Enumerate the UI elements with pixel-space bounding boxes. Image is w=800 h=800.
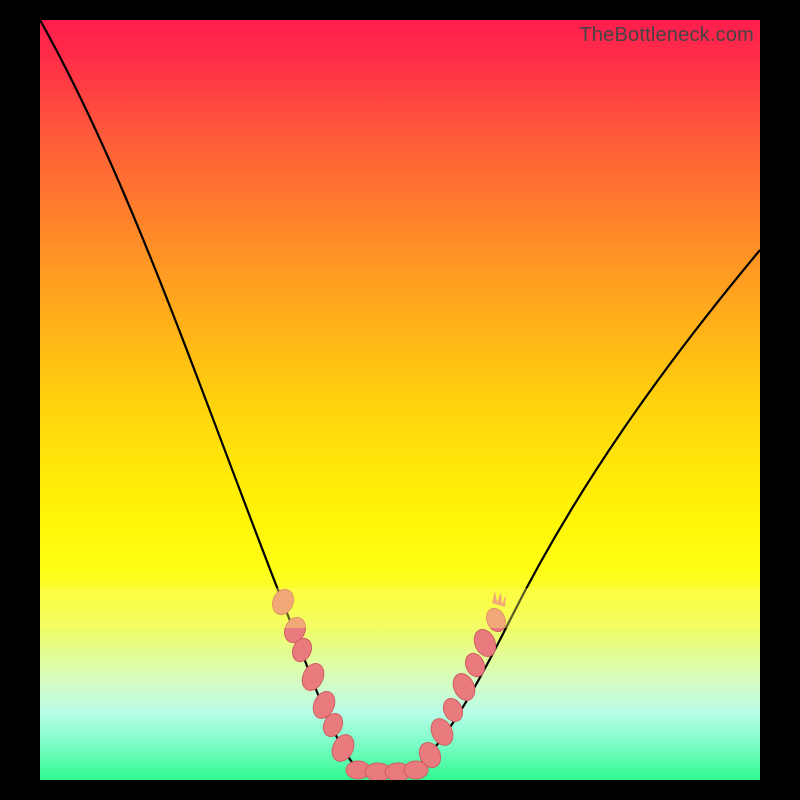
bottleneck-curve-svg bbox=[40, 20, 760, 780]
bottleneck-curve-path bbox=[40, 20, 760, 772]
marker-group-right bbox=[415, 591, 508, 771]
watermark-text: TheBottleneck.com bbox=[579, 24, 754, 47]
marker-group-left bbox=[269, 586, 358, 765]
marker-group-bottom bbox=[346, 761, 428, 780]
highlight-band bbox=[40, 588, 760, 628]
bottleneck-chart: TheBottleneck.com bbox=[40, 20, 760, 780]
